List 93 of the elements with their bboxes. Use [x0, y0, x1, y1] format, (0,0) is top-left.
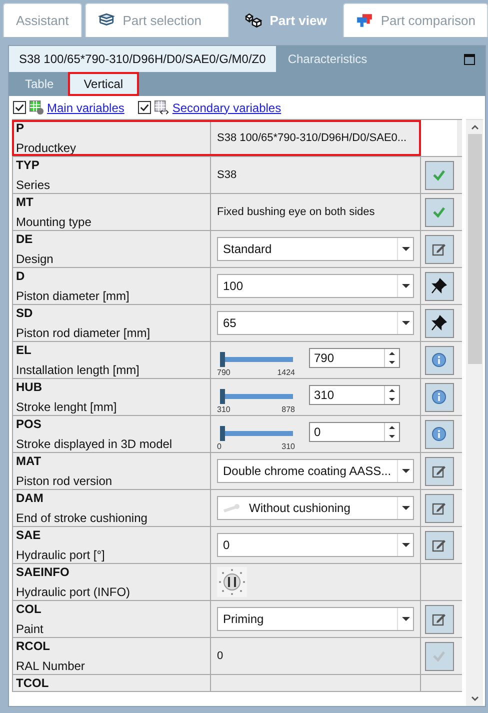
- variable-code: COL: [16, 602, 42, 616]
- variable-code: EL: [16, 343, 32, 357]
- dropdown[interactable]: 0: [217, 533, 414, 557]
- variable-name: RAL Number: [16, 659, 86, 673]
- pin-button[interactable]: [424, 308, 454, 338]
- table-code-icon: [154, 100, 170, 115]
- info-button[interactable]: [424, 420, 454, 448]
- pencil-icon: [431, 463, 447, 479]
- variable-code: TCOL: [16, 676, 50, 690]
- variable-code: DE: [16, 232, 34, 246]
- info-icon: [431, 352, 447, 368]
- pin-button[interactable]: [424, 272, 454, 300]
- checkbox[interactable]: [13, 101, 26, 114]
- variable-name: Design: [16, 252, 54, 266]
- variable-name: Installation length [mm]: [16, 363, 140, 377]
- number-field[interactable]: 310: [309, 384, 400, 404]
- scroll-up-icon[interactable]: [470, 123, 480, 131]
- variable-code: SAEINFO: [16, 565, 70, 579]
- slider-max-label: 1424: [277, 368, 295, 376]
- variable-code: HUB: [16, 380, 43, 394]
- variable-name: Stroke displayed in 3D model: [16, 437, 174, 451]
- edit-button[interactable]: [424, 530, 454, 560]
- dropdown[interactable]: 65: [217, 311, 414, 335]
- pin-icon: [431, 315, 447, 331]
- dropdown[interactable]: 100: [217, 274, 414, 298]
- number-field[interactable]: 0: [309, 422, 400, 442]
- info-button[interactable]: [424, 382, 454, 412]
- value-text: S38: [217, 169, 237, 181]
- variable-name: End of stroke cushioning: [16, 511, 148, 525]
- variable-code: TYP: [16, 158, 40, 172]
- pin-icon: [431, 278, 447, 294]
- checkbox[interactable]: [138, 101, 152, 114]
- variable-name: Paint: [16, 622, 44, 636]
- check-button[interactable]: [424, 198, 454, 226]
- variable-name: Piston diameter [mm]: [16, 289, 130, 303]
- slider-max-label: 310: [282, 442, 295, 450]
- variable-code: D: [16, 269, 26, 283]
- variable-name: Stroke lenght [mm]: [16, 400, 118, 414]
- slider-min-label: 310: [217, 404, 230, 414]
- variable-name: Mounting type: [16, 215, 92, 229]
- variable-code: SD: [16, 306, 34, 320]
- view-tab[interactable]: Vertical: [68, 72, 140, 96]
- slider-thumb[interactable]: [220, 426, 225, 440]
- pencil-icon: [431, 241, 447, 257]
- pencil-icon: [431, 500, 447, 516]
- dropdown[interactable]: Double chrome coating AASS...: [217, 459, 414, 483]
- slider-min-label: 0: [217, 442, 222, 450]
- pencil-icon: [431, 537, 447, 553]
- port-diagram-icon: [217, 567, 247, 597]
- variable-code: MAT: [16, 454, 42, 468]
- rod-icon: [223, 503, 241, 513]
- variable-name: Hydraulic port [°]: [16, 548, 106, 562]
- document-tab[interactable]: S38 100/65*790-310/D96H/D0/SAE0/G/M0/Z0: [9, 46, 276, 72]
- scrollbar[interactable]: [466, 119, 483, 706]
- variable-name: Productkey: [16, 141, 78, 155]
- stack-icon: [98, 13, 115, 28]
- variable-code: DAM: [16, 491, 44, 505]
- slider-thumb[interactable]: [220, 388, 225, 404]
- cubes-icon: [244, 13, 262, 28]
- slider-min-label: 790: [217, 368, 230, 376]
- value-text: 0: [217, 650, 224, 662]
- variable-name: Hydraulic port (INFO): [16, 585, 132, 599]
- edit-button[interactable]: [424, 234, 454, 264]
- variable-code: SAE: [16, 528, 42, 542]
- pencil-icon: [431, 611, 447, 627]
- compare-icon: [356, 13, 373, 28]
- number-field[interactable]: 790: [309, 348, 400, 368]
- slider-max-label: 878: [282, 404, 295, 414]
- dropdown[interactable]: Priming: [217, 607, 414, 631]
- dropdown[interactable]: Standard: [217, 237, 414, 261]
- info-icon: [431, 389, 447, 405]
- value-text: Fixed bushing eye on both sides: [217, 206, 375, 218]
- variable-name: Piston rod diameter [mm]: [16, 326, 152, 340]
- edit-button[interactable]: [424, 494, 454, 522]
- variable-name: Piston rod version: [16, 474, 114, 488]
- value-text: S38 100/65*790-310/D96H/D0/SAE0...: [217, 132, 407, 144]
- variable-code: P: [16, 121, 26, 135]
- scroll-down-icon[interactable]: [470, 695, 480, 703]
- variable-code: MT: [16, 195, 34, 209]
- variable-name: Series: [16, 178, 52, 192]
- check-button[interactable]: [424, 160, 454, 190]
- variable-code: POS: [16, 417, 42, 431]
- filter-link[interactable]: Secondary variables: [172, 100, 282, 114]
- edit-button[interactable]: [424, 604, 454, 634]
- filter-link[interactable]: Main variables: [47, 100, 124, 114]
- variable-code: RCOL: [16, 639, 51, 653]
- info-button[interactable]: [424, 346, 454, 374]
- maximize-icon[interactable]: [464, 54, 475, 64]
- dropdown[interactable]: Without cushioning: [217, 496, 414, 520]
- slider-thumb[interactable]: [220, 352, 225, 366]
- info-icon: [431, 426, 447, 442]
- table-gear-icon: [29, 100, 44, 115]
- edit-button[interactable]: [424, 456, 454, 486]
